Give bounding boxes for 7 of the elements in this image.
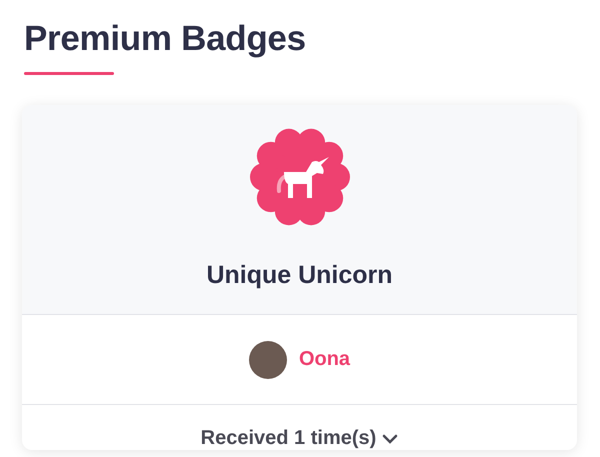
page-title: Premium Badges <box>24 18 307 60</box>
avatar <box>248 340 287 378</box>
unicorn-badge-icon <box>250 127 350 227</box>
user-link[interactable]: Oona <box>298 348 350 371</box>
received-toggle[interactable]: Received 1 time(s) <box>200 427 398 450</box>
badge-name: Unique Unicorn <box>206 261 393 290</box>
chevron-icon <box>382 434 398 444</box>
